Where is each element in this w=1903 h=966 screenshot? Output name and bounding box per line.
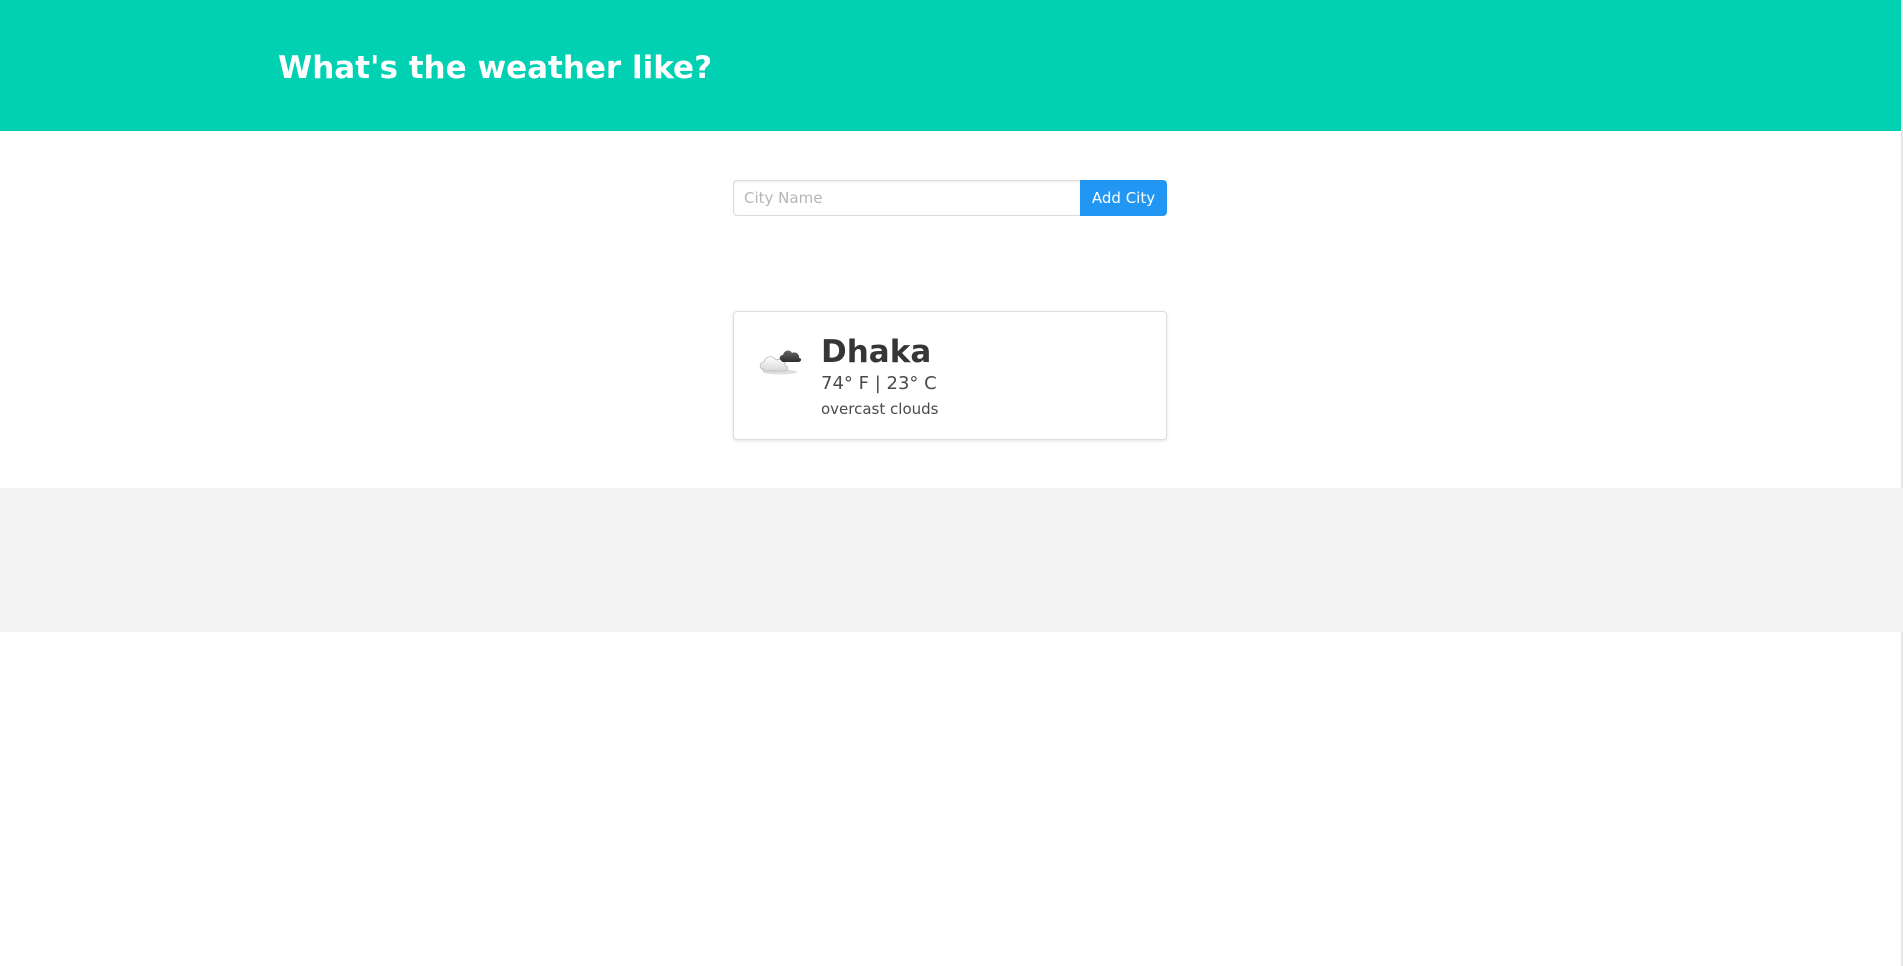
temperature-readout: 74° F | 23° C [821, 373, 937, 394]
page-title: What's the weather like? [278, 50, 713, 86]
page: What's the weather like? Add City [0, 0, 1903, 966]
add-city-button[interactable]: Add City [1080, 180, 1167, 216]
weather-card: Dhaka 74° F | 23° C overcast clouds [733, 311, 1167, 440]
hero-header: What's the weather like? [0, 0, 1903, 131]
weather-description: overcast clouds [821, 400, 939, 418]
city-name: Dhaka [821, 334, 932, 370]
overcast-clouds-icon [758, 342, 804, 376]
footer [0, 488, 1903, 632]
add-city-form: Add City [733, 180, 1167, 216]
city-name-input[interactable] [733, 180, 1080, 216]
